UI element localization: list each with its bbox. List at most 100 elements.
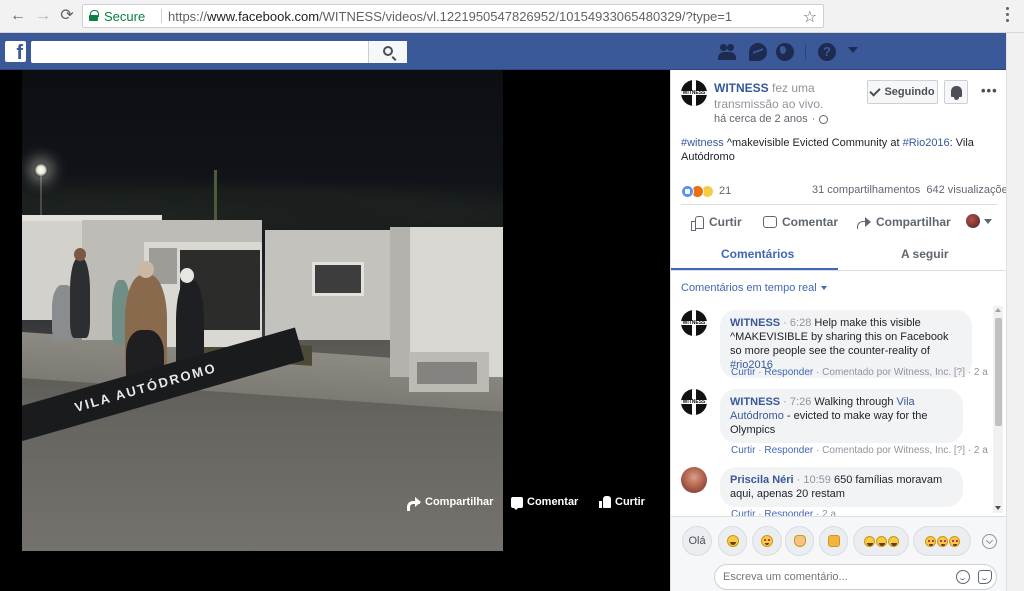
commenter-name[interactable]: WITNESS: [730, 396, 780, 408]
comment-icon: [511, 496, 523, 510]
share-icon: [407, 496, 421, 511]
commenter-name[interactable]: WITNESS: [730, 317, 780, 329]
post-text: #witness ^makevisible Evicted Community …: [681, 136, 991, 164]
back-button[interactable]: ←: [8, 6, 28, 26]
quick-reply-heart-eyes[interactable]: [752, 526, 782, 556]
search-input[interactable]: [31, 41, 407, 63]
account-menu-caret-icon[interactable]: [848, 47, 858, 53]
sticker-icon[interactable]: [978, 570, 992, 584]
post-text-part: ^makevisible Evicted Community at: [723, 137, 903, 149]
page-name-link[interactable]: WITNESS: [714, 81, 769, 95]
comment-button[interactable]: Comentar: [763, 215, 838, 229]
post-meta: há cerca de 2 anos ·: [714, 113, 829, 125]
street-light: [34, 163, 48, 177]
video-player[interactable]: VILA AUTÓDROMO: [0, 70, 670, 591]
comment-icon: [763, 216, 777, 228]
toolbar-divider: [805, 44, 806, 60]
comment-filter-dropdown[interactable]: Comentários em tempo real: [681, 282, 827, 294]
scroll-thumb[interactable]: [995, 318, 1002, 426]
meta-separator: ·: [811, 113, 816, 125]
bell-icon: [951, 86, 962, 100]
comments-scrollbar[interactable]: [993, 306, 1003, 513]
search-icon: [383, 46, 393, 56]
tab-comments[interactable]: Comentários: [721, 247, 794, 261]
like-button[interactable]: Curtir: [691, 215, 742, 231]
browser-menu-icon[interactable]: [1006, 7, 1010, 25]
secure-label: Secure: [104, 9, 146, 24]
hashtag-link[interactable]: #Rio2016: [903, 137, 950, 149]
video-comment-button[interactable]: Comentar: [511, 494, 578, 510]
comment-help-link[interactable]: [?]: [954, 367, 965, 378]
bookmark-star-icon[interactable]: ☆: [803, 7, 817, 27]
comment-age[interactable]: 2 a: [974, 367, 988, 378]
reload-button[interactable]: ⟳: [57, 6, 77, 26]
person-head: [180, 268, 194, 283]
avatar-text: WITNESS: [682, 399, 706, 405]
video-frame[interactable]: VILA AUTÓDROMO: [22, 70, 503, 551]
url-text[interactable]: https://www.facebook.com/WITNESS/videos/…: [168, 9, 732, 24]
witness-avatar[interactable]: WITNESS: [681, 80, 707, 106]
check-icon: [869, 84, 882, 97]
comment-video-time[interactable]: 7:26: [790, 396, 811, 408]
comment-actions: Curtir · Responder · Comentado por Witne…: [731, 445, 988, 456]
reactions-summary[interactable]: 21: [681, 184, 731, 198]
chevron-down-icon: [820, 286, 827, 290]
post-time[interactable]: há cerca de 2 anos: [714, 113, 808, 125]
commenter-avatar[interactable]: WITNESS: [681, 310, 707, 336]
more-options-icon[interactable]: •••: [981, 84, 998, 97]
video-share-button[interactable]: Compartilhar: [407, 494, 493, 511]
comment-video-time[interactable]: 6:28: [790, 317, 811, 329]
forward-button[interactable]: →: [33, 6, 53, 26]
comment-text: Walking through: [814, 396, 897, 408]
comment-reply-link[interactable]: Responder: [764, 367, 813, 378]
comment-sep: ·: [780, 396, 790, 408]
share-button[interactable]: Compartilhar: [857, 215, 951, 229]
heart-eyes-emoji-icon: [948, 535, 960, 547]
scroll-up-icon[interactable]: [995, 308, 1001, 312]
quick-reply-triple-laugh[interactable]: [853, 526, 909, 556]
address-bar[interactable]: Secure https://www.facebook.com/WITNESS/…: [82, 4, 824, 28]
comment-video-time[interactable]: 10:59: [803, 474, 831, 486]
commenter-avatar[interactable]: WITNESS: [681, 389, 707, 415]
comment-like-link[interactable]: Curtir: [731, 367, 755, 378]
comment-help-link[interactable]: [?]: [954, 445, 965, 456]
friend-requests-icon[interactable]: [718, 43, 736, 61]
quick-reply-triple-heart-eyes[interactable]: [913, 526, 971, 556]
messenger-icon[interactable]: [749, 43, 767, 61]
commenter-avatar[interactable]: [681, 467, 707, 493]
heart-eyes-emoji-icon: [936, 535, 948, 547]
quick-reply-thumbs-up[interactable]: [819, 526, 848, 556]
quick-reply-ola[interactable]: Olá: [682, 526, 712, 556]
shares-count[interactable]: 31 compartilhamentos: [812, 184, 920, 196]
comment-reply-link[interactable]: Responder: [764, 445, 813, 456]
post-actions: Curtir Comentar Compartilhar: [681, 208, 997, 238]
comment-sep: ·: [813, 445, 823, 456]
comment-input[interactable]: [714, 564, 997, 590]
facebook-top-bar: f ?: [0, 33, 1006, 70]
quick-reply-wave[interactable]: [785, 526, 814, 556]
emoji-picker-icon[interactable]: [956, 570, 970, 584]
building-window: [312, 262, 364, 296]
quick-reply-laugh[interactable]: [718, 526, 747, 556]
hashtag-link[interactable]: #witness: [681, 137, 724, 149]
notifications-globe-icon[interactable]: [776, 43, 794, 61]
scroll-down-icon[interactable]: [995, 506, 1001, 510]
search-button[interactable]: [368, 41, 407, 63]
help-icon[interactable]: ?: [818, 43, 836, 61]
tab-following[interactable]: A seguir: [901, 247, 949, 261]
following-button[interactable]: Seguindo: [867, 80, 938, 104]
like-icon: [599, 496, 611, 508]
notifications-bell-button[interactable]: [944, 80, 968, 104]
post-as-selector[interactable]: [966, 214, 992, 228]
facebook-logo-icon[interactable]: f: [5, 41, 26, 62]
comment-like-link[interactable]: Curtir: [731, 445, 755, 456]
street-pole: [40, 175, 42, 215]
commenter-name[interactable]: Priscila Néri: [730, 474, 794, 486]
video-like-button[interactable]: Curtir: [599, 494, 645, 510]
share-label: Compartilhar: [876, 215, 951, 229]
page-scrollbar[interactable]: [1006, 33, 1024, 591]
laughing-emoji-icon: [863, 535, 875, 547]
expand-replies-icon[interactable]: [982, 534, 997, 549]
video-like-label: Curtir: [615, 496, 645, 508]
comment-age[interactable]: 2 a: [974, 445, 988, 456]
